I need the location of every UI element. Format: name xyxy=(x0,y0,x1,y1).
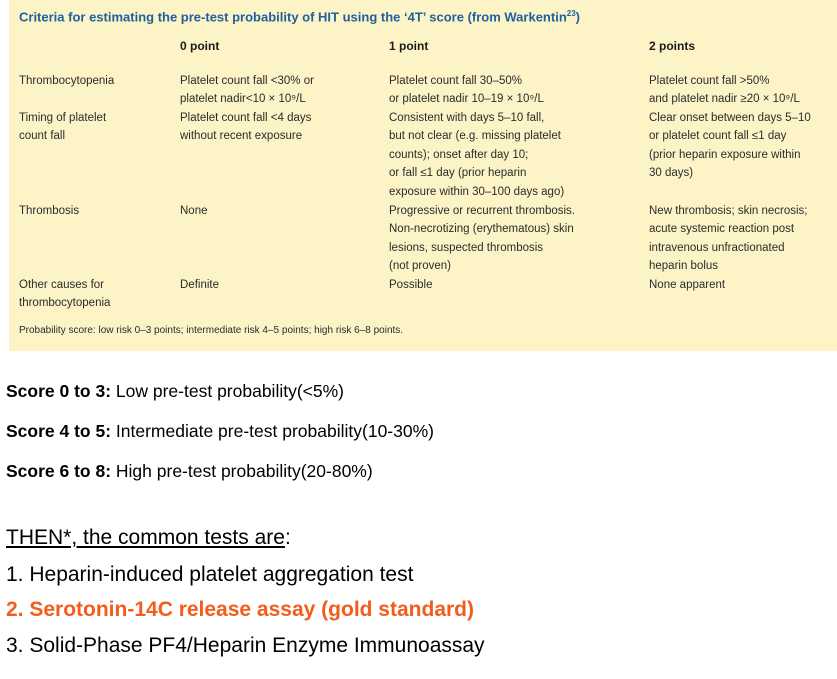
test-item: 3. Solid-Phase PF4/Heparin Enzyme Immuno… xyxy=(6,634,485,657)
column-header-1: 1 point xyxy=(389,39,429,53)
score-line: Score 0 to 3: Low pre-test probability(<… xyxy=(6,381,344,402)
criteria-table: Criteria for estimating the pre-test pro… xyxy=(9,0,837,351)
table-cell: Progressive or recurrent thrombosis. Non… xyxy=(389,205,575,273)
test-item-gold-standard: 2. Serotonin-14C release assay (gold sta… xyxy=(6,598,474,621)
title-reference: 23 xyxy=(566,9,576,18)
tests-heading: THEN*, the common tests are: xyxy=(6,526,291,550)
tests-heading-suffix: : xyxy=(284,526,291,549)
score-line: Score 6 to 8: High pre-test probability(… xyxy=(6,461,373,482)
score-label: Score 0 to 3: xyxy=(6,381,112,401)
table-cell: Platelet count fall 30–50% or platelet n… xyxy=(389,75,544,106)
table-cell: Platelet count fall <30% or platelet nad… xyxy=(180,75,314,106)
table-cell: Possible xyxy=(389,279,433,291)
score-text: High pre-test probability(20-80%) xyxy=(111,461,373,481)
column-header-0: 0 point xyxy=(180,39,220,53)
test-item: 1. Heparin-induced platelet aggregation … xyxy=(6,563,414,586)
table-footnote: Probability score: low risk 0–3 points; … xyxy=(19,325,404,336)
table-title-text: Criteria for estimating the pre-test pro… xyxy=(19,9,567,25)
row-label: Thrombocytopenia xyxy=(19,75,115,87)
title-close: ) xyxy=(575,9,581,25)
table-cell: None apparent xyxy=(649,279,726,291)
score-text: Low pre-test probability(<5%) xyxy=(111,381,344,401)
table-cell: Platelet count fall >50% and platelet na… xyxy=(649,75,800,106)
score-text: Intermediate pre-test probability(10-30%… xyxy=(111,421,434,441)
row-label: Other causes for thrombocytopenia xyxy=(19,279,111,310)
score-line: Score 4 to 5: Intermediate pre-test prob… xyxy=(6,421,434,442)
table-cell: New thrombosis; skin necrosis; acute sys… xyxy=(649,205,808,273)
table-cell: Definite xyxy=(180,279,219,291)
table-title: Criteria for estimating the pre-test pro… xyxy=(19,9,580,24)
tests-heading-underlined: THEN*, the common tests are xyxy=(6,526,285,549)
score-label: Score 4 to 5: xyxy=(6,421,112,441)
score-label: Score 6 to 8: xyxy=(6,461,112,481)
table-cell: None xyxy=(180,205,208,217)
table-cell: Clear onset between days 5–10 or platele… xyxy=(649,112,811,180)
column-header-2: 2 points xyxy=(649,39,696,53)
table-cell: Platelet count fall <4 days without rece… xyxy=(180,112,312,143)
table-cell: Consistent with days 5–10 fall, but not … xyxy=(389,112,565,198)
row-label: Thrombosis xyxy=(19,205,80,217)
row-label: Timing of platelet count fall xyxy=(19,112,107,143)
